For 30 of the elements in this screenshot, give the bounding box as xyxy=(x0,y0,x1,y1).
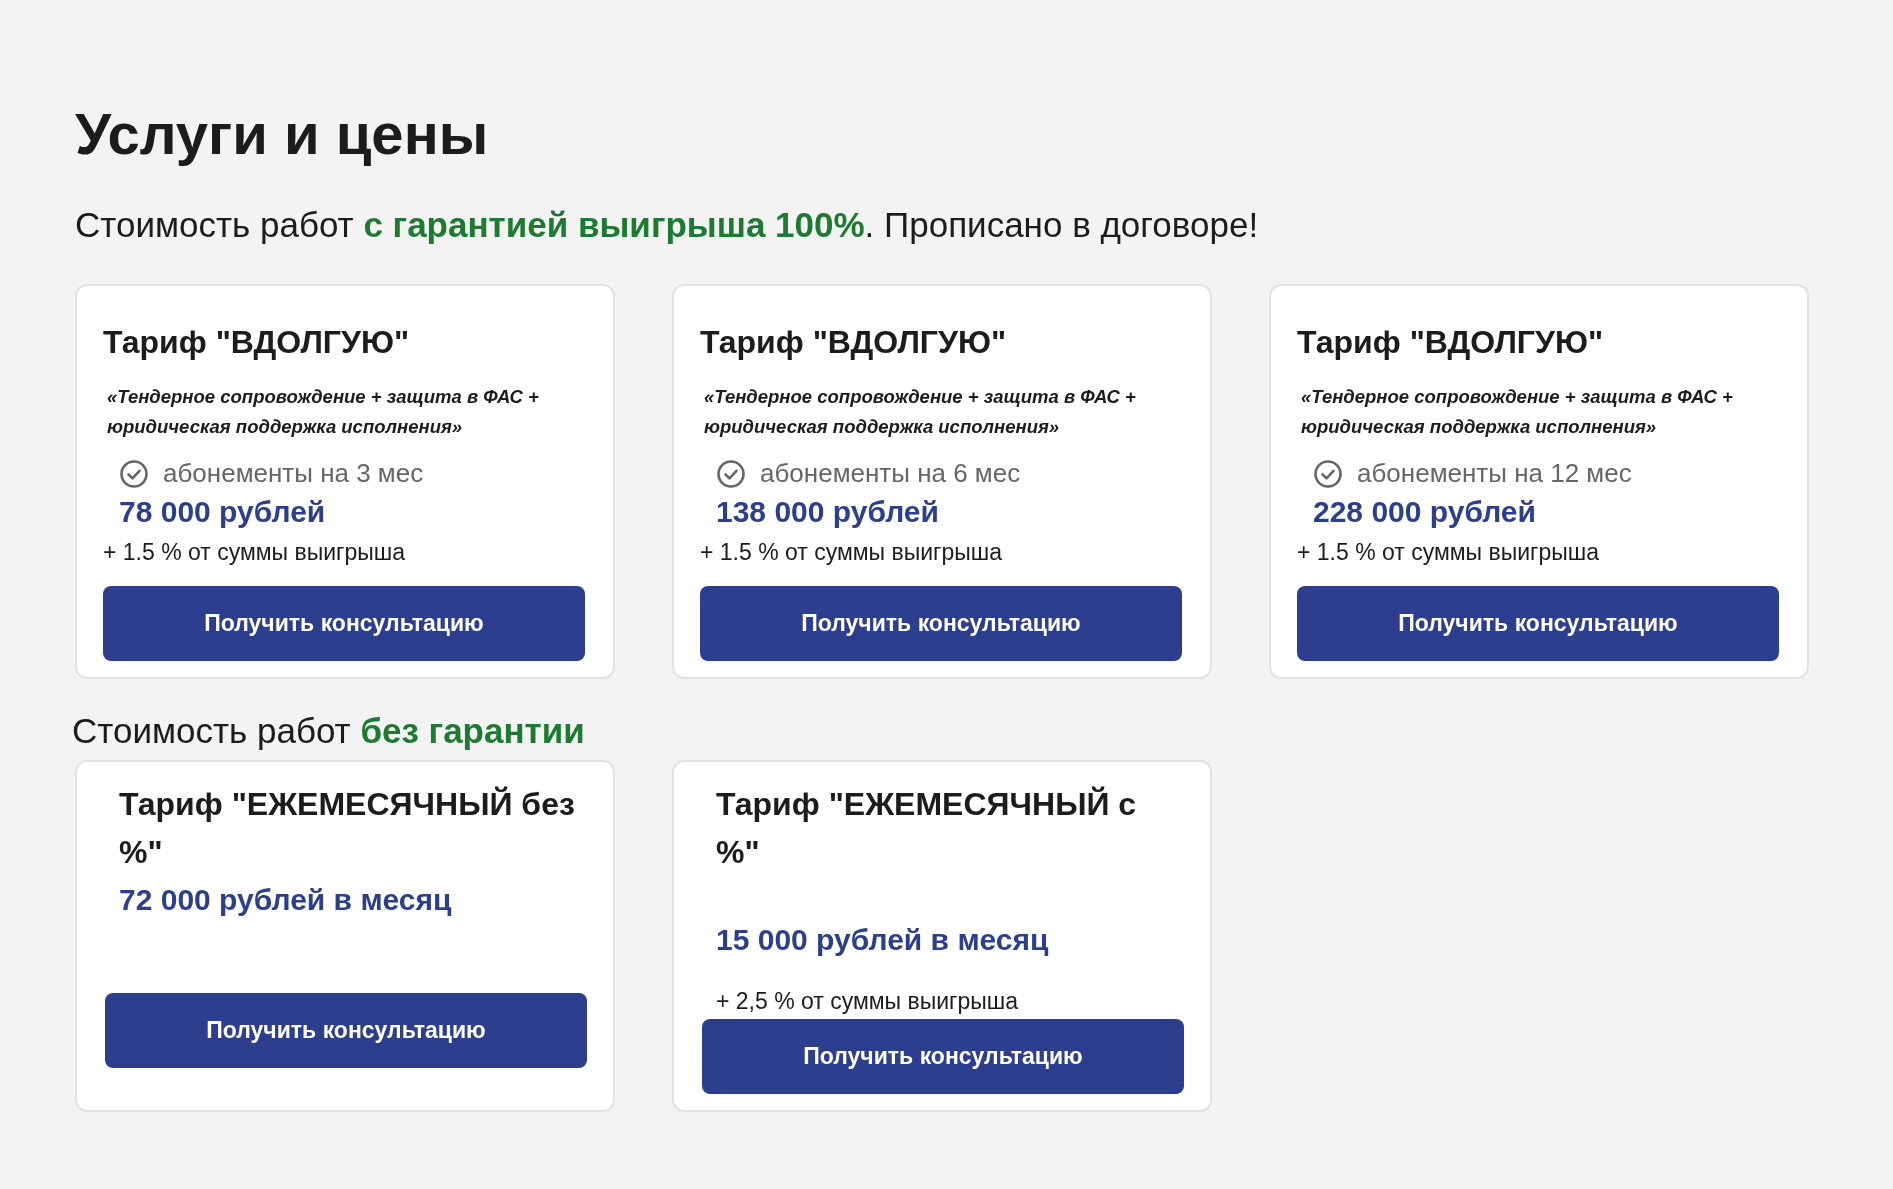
plan-extra: + 1.5 % от суммы выигрыша xyxy=(700,537,1004,567)
plan-price: 138 000 рублей xyxy=(716,494,940,530)
plan-price: 72 000 рублей в месяц xyxy=(119,882,453,918)
plan-title: Тариф "ВДОЛГУЮ" xyxy=(700,323,1008,362)
consultation-button[interactable]: Получить консультацию xyxy=(1297,586,1779,661)
plan-term: абонементы на 3 мес xyxy=(163,457,424,490)
consultation-button[interactable]: Получить консультацию xyxy=(702,1018,1184,1094)
plan-title: Тариф "ЕЖЕМЕСЯЧНЫЙ с %" xyxy=(716,785,1138,872)
plan-term: абонементы на 6 мес xyxy=(760,457,1021,490)
plan-title: Тариф "ВДОЛГУЮ" xyxy=(103,323,411,362)
plan-price: 15 000 рублей в месяц xyxy=(716,922,1050,958)
plan-description: «Тендерное сопровождение + защита в ФАС + юридическая поддержка исполнения» xyxy=(703,385,1137,439)
check-circle-icon xyxy=(1313,458,1343,489)
plan-description: «Тендерное сопровождение + защита в ФАС + юридическая поддержка исполнения» xyxy=(106,385,540,439)
check-circle-icon xyxy=(119,458,149,489)
plan-price: 228 000 рублей xyxy=(1313,494,1537,530)
check-circle-icon xyxy=(716,458,746,489)
consultation-button[interactable]: Получить консультацию xyxy=(105,993,587,1068)
plan-title: Тариф "ЕЖЕМЕСЯЧНЫЙ без %" xyxy=(119,785,576,872)
plan-extra: + 1.5 % от суммы выигрыша xyxy=(1297,537,1601,567)
consultation-button[interactable]: Получить консультацию xyxy=(103,586,585,661)
plan-title: Тариф "ВДОЛГУЮ" xyxy=(1297,323,1605,362)
consultation-button[interactable]: Получить консультацию xyxy=(700,586,1182,661)
section-heading: Стоимость работ без гарантии xyxy=(72,713,586,748)
page-subtitle: Стоимость работ с гарантией выигрыша 100%. Прописано в договоре! xyxy=(75,207,1260,242)
plan-term: абонементы на 12 мес xyxy=(1357,457,1632,490)
plan-extra: + 2,5 % от суммы выигрыша xyxy=(716,987,1020,1016)
plan-extra: + 1.5 % от суммы выигрыша xyxy=(103,537,407,567)
plan-description: «Тендерное сопровождение + защита в ФАС + юридическая поддержка исполнения» xyxy=(1300,385,1734,439)
plan-price: 78 000 рублей xyxy=(119,494,327,530)
